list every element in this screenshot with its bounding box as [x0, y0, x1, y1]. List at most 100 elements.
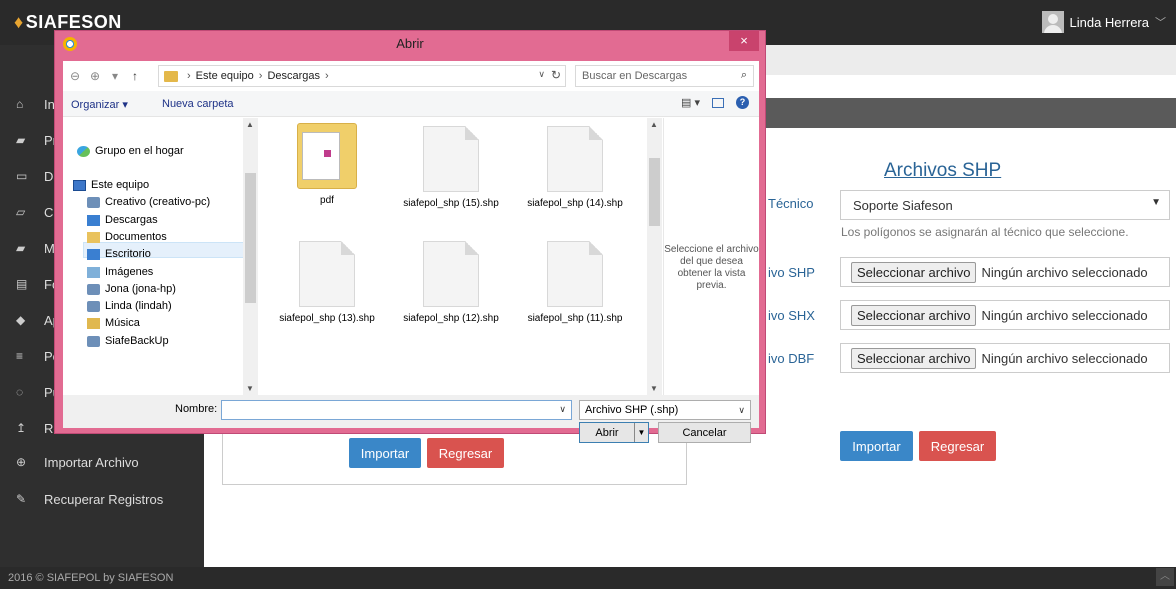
shx-choose-button[interactable]: Seleccionar archivo [851, 304, 977, 326]
file-item[interactable]: siafepol_shp (11).shp [525, 241, 625, 324]
filename-input[interactable]: ∨ [221, 400, 572, 420]
new-folder-button[interactable]: Nueva carpeta [162, 98, 234, 110]
breadcrumb-item[interactable]: Este equipo [196, 70, 254, 82]
scroll-down-icon[interactable]: ▼ [246, 384, 254, 393]
nav-item-creativo[interactable]: Creativo (creativo-pc) [87, 196, 210, 208]
dbf-file-input[interactable]: Seleccionar archivo Ningún archivo selec… [840, 343, 1170, 373]
nav-item-siafebackup[interactable]: SiafeBackUp [87, 335, 169, 347]
scroll-down-icon[interactable]: ▼ [650, 384, 658, 393]
preview-pane-icon[interactable] [712, 97, 724, 108]
cancel-button[interactable]: Cancelar [658, 422, 751, 443]
nav-item-label: Imágenes [105, 266, 154, 278]
breadcrumb-item[interactable]: Descargas [267, 70, 320, 82]
nav-item-jona[interactable]: Jona (jona-hp) [87, 283, 176, 295]
tecnico-select[interactable]: Soporte Siafeson ▼ [840, 190, 1170, 220]
breadcrumb-separator-icon: › [325, 70, 329, 82]
scroll-up-icon[interactable]: ▲ [650, 120, 658, 129]
caret-down-icon: ▼ [1151, 197, 1161, 208]
nav-item-imagenes[interactable]: Imágenes [87, 266, 153, 278]
scrollbar-thumb[interactable] [245, 173, 256, 303]
scrollbar-thumb[interactable] [649, 158, 660, 226]
help-icon[interactable]: ? [736, 96, 749, 109]
nav-item-escritorio[interactable]: Escritorio [87, 248, 151, 260]
sidebar-item-label: Recuperar Registros [44, 491, 164, 507]
nav-item-label: Descargas [105, 214, 158, 226]
file-name: siafepol_shp (12).shp [403, 313, 499, 324]
dbf-choose-button[interactable]: Seleccionar archivo [851, 347, 977, 369]
forward-arrow-icon[interactable]: ⊕ [87, 69, 103, 83]
document-icon [423, 241, 479, 307]
sidebar-item-label: D [44, 168, 54, 184]
view-options-icon[interactable]: ▤ ▾ [681, 96, 700, 109]
nav-scrollbar[interactable]: ▲ ▼ [243, 118, 258, 395]
file-item-pdf[interactable]: pdf [277, 123, 377, 206]
nav-item-documentos[interactable]: Documentos [87, 231, 167, 243]
nav-item-this-pc[interactable]: Este equipo [73, 179, 149, 191]
split-dropdown-icon[interactable]: ▼ [634, 423, 648, 442]
shp-choose-button[interactable]: Seleccionar archivo [851, 261, 977, 283]
file-item[interactable]: siafepol_shp (12).shp [401, 241, 501, 324]
file-item[interactable]: siafepol_shp (15).shp [401, 126, 501, 209]
tint-icon: ◆ [16, 313, 26, 327]
file-icon: ▤ [16, 277, 28, 291]
chevron-down-icon[interactable]: ∨ [538, 69, 545, 80]
nav-item-descargas[interactable]: Descargas [87, 214, 158, 226]
dialog-title: Abrir [396, 36, 424, 51]
file-item[interactable]: siafepol_shp (13).shp [277, 241, 377, 324]
network-computer-icon [87, 300, 100, 312]
scroll-top-icon[interactable]: ︿ [1156, 568, 1174, 586]
left-import-button[interactable]: Importar [349, 438, 421, 468]
preview-pane: Seleccione el archivo del que desea obte… [663, 118, 759, 395]
close-button[interactable]: × [729, 31, 759, 51]
search-icon: ⌕ [740, 69, 747, 81]
file-name: siafepol_shp (15).shp [403, 198, 499, 209]
search-input[interactable]: Buscar en Descargas ⌕ [575, 65, 754, 87]
left-back-button[interactable]: Regresar [427, 438, 504, 468]
back-arrow-icon[interactable]: ⊖ [67, 69, 83, 83]
chevron-down-icon[interactable]: ∨ [559, 404, 566, 415]
navigation-pane: Grupo en el hogar Este equipo Creativo (… [63, 118, 256, 395]
plus-circle-icon: ⊕ [16, 455, 27, 469]
nav-item-linda[interactable]: Linda (lindah) [87, 300, 172, 312]
file-item[interactable]: siafepol_shp (14).shp [525, 126, 625, 209]
nav-item-homegroup[interactable]: Grupo en el hogar [77, 145, 184, 157]
tecnico-help-text: Los polígonos se asignarán al técnico qu… [841, 225, 1129, 239]
computer-icon [73, 179, 86, 191]
refresh-icon[interactable]: ↻ [551, 68, 561, 82]
open-button[interactable]: Abrir ▼ [579, 422, 649, 443]
up-arrow-icon[interactable]: ↑ [127, 69, 143, 83]
shp-file-input[interactable]: Seleccionar archivo Ningún archivo selec… [840, 257, 1170, 287]
file-name: pdf [320, 195, 334, 206]
home-icon: ⌂ [16, 97, 24, 111]
recent-dropdown-icon[interactable]: ▾ [107, 69, 123, 83]
nav-item-label: Jona (jona-hp) [105, 283, 176, 295]
nav-item-label: Documentos [105, 231, 167, 243]
file-scrollbar[interactable]: ▲ ▼ [647, 118, 662, 395]
filetype-value: Archivo SHP (.shp) [585, 404, 679, 416]
section-title: Archivos SHP [884, 160, 1002, 181]
sidebar-item-recuperar-registros[interactable]: ✎ Recuperar Registros [0, 481, 204, 517]
organize-menu[interactable]: Organizar ▾ [71, 98, 128, 111]
nav-item-musica[interactable]: Música [87, 317, 140, 329]
back-button[interactable]: Regresar [919, 431, 996, 461]
footer-text: 2016 © SIAFEPOL by SIAFESON [8, 572, 174, 584]
scroll-up-icon[interactable]: ▲ [246, 120, 254, 129]
book-icon: ▰ [16, 241, 26, 255]
shx-file-input[interactable]: Seleccionar archivo Ningún archivo selec… [840, 300, 1170, 330]
nav-item-label: Este equipo [91, 179, 150, 191]
leaf-icon: ♦ [14, 12, 24, 32]
document-icon [299, 241, 355, 307]
dialog-titlebar[interactable]: Abrir × [55, 31, 765, 59]
filetype-select[interactable]: Archivo SHP (.shp) ∨ [579, 400, 751, 420]
file-name: siafepol_shp (13).shp [279, 313, 375, 324]
dbf-label: ivo DBF [768, 351, 815, 366]
address-bar[interactable]: › Este equipo › Descargas › ∨ ↻ [158, 65, 566, 87]
file-name: siafepol_shp (11).shp [527, 313, 623, 324]
folder-icon [297, 123, 357, 189]
sidebar-item-importar-archivo[interactable]: ⊕ Importar Archivo [0, 444, 204, 480]
shp-file-status: Ningún archivo seleccionado [981, 264, 1148, 280]
import-button[interactable]: Importar [840, 431, 913, 461]
user-menu[interactable]: Linda Herrera ﹀ [1041, 11, 1166, 33]
document-icon [547, 126, 603, 192]
network-computer-icon [87, 283, 100, 295]
